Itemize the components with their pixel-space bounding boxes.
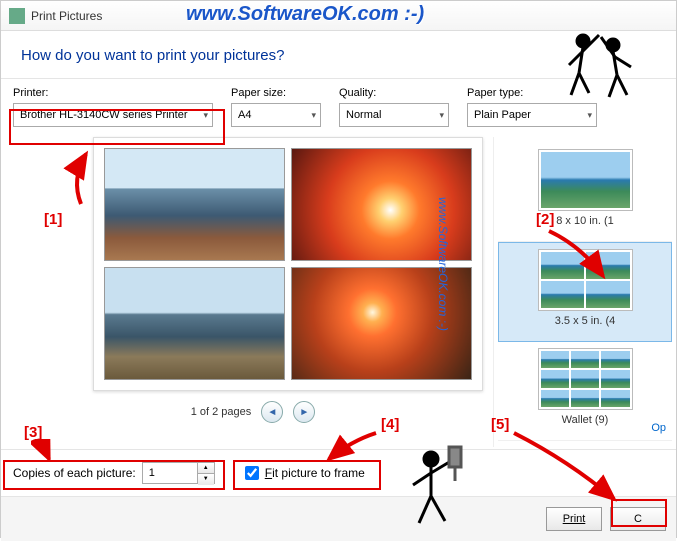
chevron-down-icon: ▾: [439, 110, 444, 121]
layout-label: Wallet (9): [502, 414, 668, 426]
next-page-button[interactable]: ►: [293, 401, 315, 423]
preview-image: [104, 267, 285, 380]
copies-stepper[interactable]: ▲ ▼: [142, 462, 215, 484]
chevron-down-icon: ▾: [203, 110, 208, 121]
copies-up-button[interactable]: ▲: [198, 463, 214, 474]
layout-option-3-5x5[interactable]: 3.5 x 5 in. (4: [498, 242, 672, 342]
window-title: Print Pictures: [31, 9, 102, 23]
paper-size-value: A4: [238, 109, 251, 121]
copies-label: Copies of each picture:: [13, 466, 136, 480]
paper-size-label: Paper size:: [231, 87, 321, 99]
cancel-button[interactable]: C: [610, 507, 666, 531]
preview-image: [291, 267, 472, 380]
quality-label: Quality:: [339, 87, 449, 99]
fit-to-frame-checkbox[interactable]: [245, 466, 259, 480]
layout-label: 3.5 x 5 in. (4: [503, 315, 667, 327]
pager-text: 1 of 2 pages: [191, 406, 252, 418]
print-button[interactable]: Print: [546, 507, 602, 531]
printer-value: Brother HL-3140CW series Printer: [20, 109, 188, 121]
prev-page-button[interactable]: ◄: [261, 401, 283, 423]
copies-input[interactable]: [143, 463, 197, 483]
chevron-down-icon: ▾: [311, 110, 316, 121]
paper-size-select[interactable]: A4 ▾: [231, 103, 321, 127]
print-options-row: Printer: Brother HL-3140CW series Printe…: [1, 79, 676, 137]
app-icon: [9, 8, 25, 24]
fit-to-frame-label[interactable]: Fit picture to frame: [265, 466, 365, 480]
paper-type-select[interactable]: Plain Paper ▾: [467, 103, 597, 127]
chevron-down-icon: ▾: [587, 110, 592, 121]
layout-label: 8 x 10 in. (1: [502, 215, 668, 227]
printer-select[interactable]: Brother HL-3140CW series Printer ▾: [13, 103, 213, 127]
quality-select[interactable]: Normal ▾: [339, 103, 449, 127]
layout-option-8x10[interactable]: 8 x 10 in. (1: [498, 143, 672, 242]
preview-image: [291, 148, 472, 261]
options-link[interactable]: Op: [651, 422, 666, 434]
paper-type-label: Paper type:: [467, 87, 597, 99]
layout-list[interactable]: 8 x 10 in. (1 3.5 x 5 in. (4 Wallet (9): [493, 137, 676, 447]
print-preview: www.SoftwareOK.com :-): [93, 137, 483, 391]
printer-label: Printer:: [13, 87, 213, 99]
preview-image: [104, 148, 285, 261]
quality-value: Normal: [346, 109, 381, 121]
layout-option-wallet[interactable]: Wallet (9): [498, 342, 672, 441]
page-title: How do you want to print your pictures?: [1, 31, 676, 78]
copies-down-button[interactable]: ▼: [198, 474, 214, 485]
paper-type-value: Plain Paper: [474, 109, 531, 121]
